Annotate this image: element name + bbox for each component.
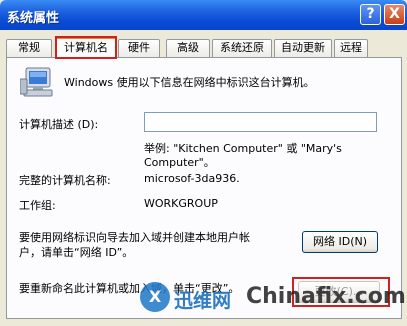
network-id-text-line2: 户，请单击“网络 ID”。 <box>19 246 134 259</box>
tab-advanced[interactable]: 高级 <box>166 39 210 57</box>
full-name-value: microsof-3da936. <box>144 172 240 185</box>
tab-system-restore[interactable]: 系统还原 <box>212 39 272 57</box>
full-name-label: 完整的计算机名称: <box>19 174 111 187</box>
close-button[interactable]: X <box>384 4 405 25</box>
title-bar: 系统属性 ? X <box>0 0 407 30</box>
intro-text: Windows 使用以下信息在网络中标识这台计算机。 <box>64 76 315 89</box>
tab-highlight-box <box>55 36 117 59</box>
network-id-text-line1: 要使用网络标识向导去加入域并创建本地用户帐 <box>19 231 250 244</box>
window-title: 系统属性 <box>7 11 60 26</box>
watermark-logo: X <box>140 282 170 312</box>
computer-icon <box>20 67 53 97</box>
description-example-line2: Computer"。 <box>144 156 215 169</box>
tab-remote[interactable]: 远程 <box>334 39 368 57</box>
description-label: 计算机描述 (D): <box>19 118 99 131</box>
watermark-brand-en: Chinafix.com <box>246 284 406 309</box>
workgroup-label: 工作组: <box>19 199 56 212</box>
workgroup-value: WORKGROUP <box>144 197 218 210</box>
computer-description-input[interactable] <box>144 112 377 132</box>
tab-automatic-updates[interactable]: 自动更新 <box>274 39 332 57</box>
tab-hardware[interactable]: 硬件 <box>118 39 160 57</box>
network-id-button[interactable]: 网络 ID(N) <box>302 231 378 253</box>
help-button[interactable]: ? <box>360 4 381 25</box>
watermark-brand-cn: 迅维网 <box>174 290 232 312</box>
tab-general[interactable]: 常规 <box>6 39 52 57</box>
